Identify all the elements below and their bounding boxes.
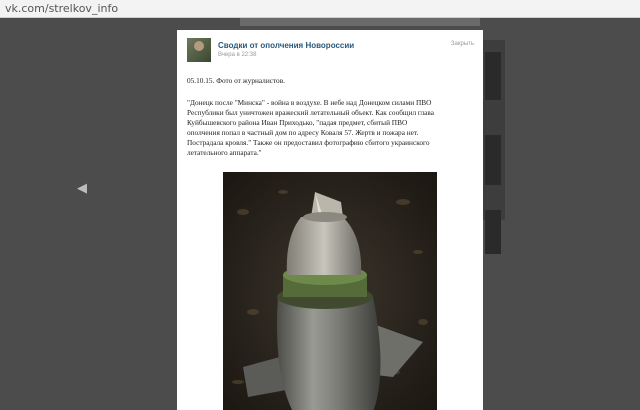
close-button[interactable]: Закрыть (451, 41, 474, 47)
post-date-line: 05.10.15. Фото от журналистов. (187, 76, 285, 85)
photo-illustration (223, 172, 437, 410)
post-body-line: Куйбышевского района Иван Приходько, "па… (187, 118, 408, 127)
background-thumbnail (485, 210, 501, 254)
prev-arrow[interactable]: ◀ (77, 180, 87, 196)
post-body-line: Пострадала кровля." Также он предоставил… (187, 138, 430, 147)
group-name-link[interactable]: Сводки от ополчения Новороссии (218, 41, 354, 50)
post-time[interactable]: Вчера в 22:38 (218, 52, 256, 58)
post-body-line: Республики был уничтожен вражеский летат… (187, 108, 435, 117)
post-body-line: ополчения попал в частный дом по адресу … (187, 128, 419, 137)
background-strip (240, 18, 480, 26)
browser-url-bar[interactable]: vk.com/strelkov_info (0, 0, 640, 18)
background-thumbnail (485, 135, 501, 185)
url-text[interactable]: vk.com/strelkov_info (5, 2, 118, 15)
post-photo[interactable] (223, 172, 437, 410)
chevron-left-icon: ◀ (77, 180, 87, 195)
post-body: "Донецк после "Минска" - война в воздухе… (187, 98, 477, 158)
background-thumbnail (485, 52, 501, 100)
post-body-line: "Донецк после "Минска" - война в воздухе… (187, 98, 432, 107)
post-body-line: летательного аппарата." (187, 148, 262, 157)
avatar[interactable] (187, 38, 211, 62)
post-modal: Сводки от ополчения Новороссии Вчера в 2… (177, 30, 483, 410)
